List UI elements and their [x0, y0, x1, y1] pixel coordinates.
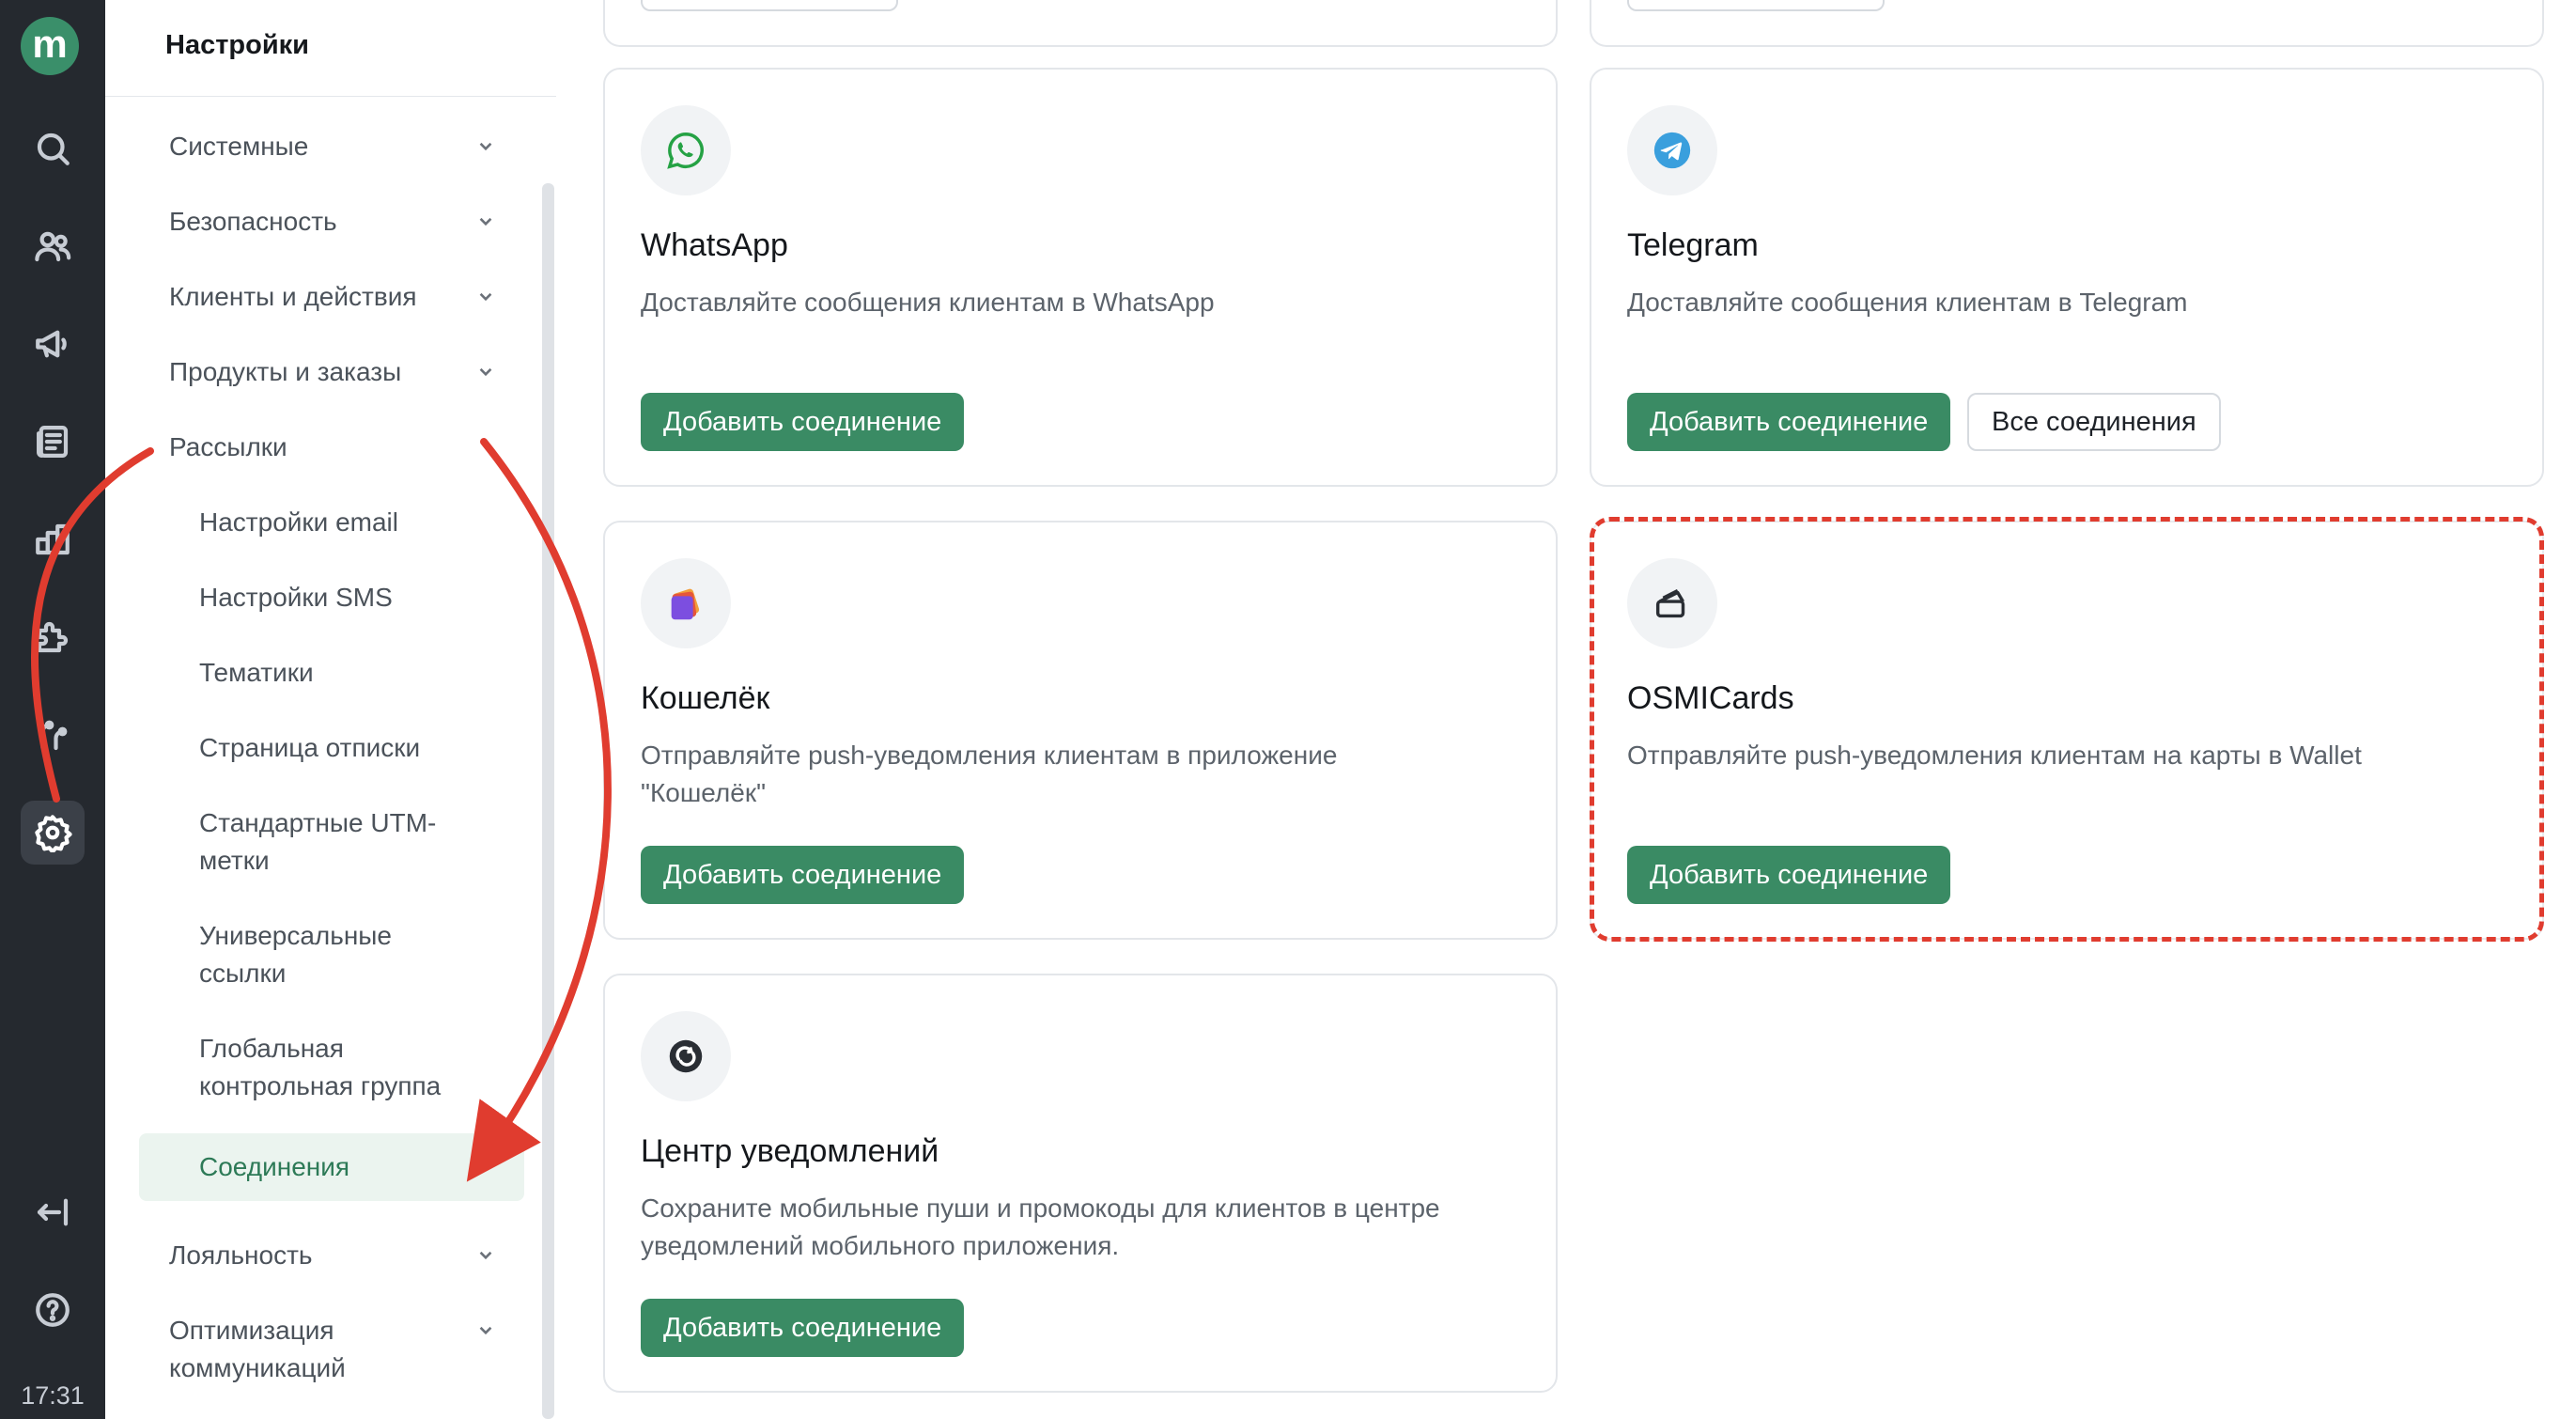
card-title: WhatsApp: [641, 227, 788, 263]
sidebar-item-label: Рассылки: [169, 432, 287, 461]
all-connections-button[interactable]: Все соединения: [1967, 393, 2221, 451]
sidebar-item-label: Системные: [169, 132, 309, 161]
sidebar-item-loyalty[interactable]: Лояльность: [169, 1237, 526, 1274]
sidebar-item-optimization[interactable]: Оптимизация коммуникаций: [169, 1312, 526, 1387]
search-icon[interactable]: [21, 117, 85, 180]
sidebar-item-label: Безопасность: [169, 207, 337, 236]
chevron-down-icon: [479, 292, 492, 302]
card-notification-center: Центр уведомлений Сохраните мобильные пу…: [603, 974, 1558, 1393]
card-description: Доставляйте сообщения клиентам в Telegra…: [1627, 288, 2188, 317]
add-connection-button[interactable]: Добавить соединение: [1627, 393, 1951, 451]
chevron-down-icon: [479, 142, 492, 151]
sidebar-subitem-email[interactable]: Настройки email: [199, 504, 566, 541]
megaphone-icon[interactable]: [21, 312, 85, 376]
whatsapp-icon: [641, 105, 731, 195]
clock-time: 17:31: [21, 1381, 85, 1410]
annotation-highlight-box: [1590, 517, 2544, 942]
gear-icon[interactable]: [21, 801, 85, 865]
card-whatsapp: WhatsApp Доставляйте сообщения клиентам …: [603, 68, 1558, 487]
app-rail: m 17:31: [0, 0, 105, 1419]
sidebar-subitem-utm[interactable]: Стандартные UTM-метки: [199, 804, 472, 880]
journey-icon[interactable]: [21, 703, 85, 767]
card-title: Центр уведомлений: [641, 1133, 939, 1169]
add-connection-button[interactable]: Добавить соединение: [641, 1299, 965, 1357]
puzzle-icon[interactable]: [21, 605, 85, 669]
add-connection-button[interactable]: Добавить соединение: [641, 846, 965, 904]
help-icon[interactable]: [21, 1278, 85, 1342]
sidebar-item-mailings[interactable]: Рассылки: [169, 429, 526, 466]
card-partial-right: [1590, 0, 2544, 47]
products-icon[interactable]: [21, 507, 85, 571]
chevron-down-icon: [479, 1326, 492, 1335]
sidebar-item-clients[interactable]: Клиенты и действия: [169, 278, 526, 316]
collapse-icon[interactable]: [21, 1180, 85, 1244]
card-partial-left: [603, 0, 1558, 47]
wallet-app-icon: [641, 558, 731, 648]
sidebar-item-label: Продукты и заказы: [169, 357, 402, 386]
card-description: Сохраните мобильные пуши и промокоды для…: [641, 1193, 1440, 1260]
sidebar-item-label: Клиенты и действия: [169, 282, 417, 311]
card-description: Отправляйте push-уведомления клиентам в …: [641, 741, 1338, 807]
sidebar-subitem-control-group[interactable]: Глобальная контрольная группа: [199, 1030, 500, 1105]
chevron-down-icon: [479, 367, 492, 377]
card-description: Доставляйте сообщения клиентам в WhatsAp…: [641, 288, 1215, 317]
users-icon[interactable]: [21, 214, 85, 278]
sidebar-title: Настройки: [165, 30, 310, 60]
notification-center-icon: [641, 1011, 731, 1101]
chevron-down-icon: [479, 1251, 492, 1260]
chevron-down-icon: [479, 217, 492, 226]
card-telegram: Telegram Доставляйте сообщения клиентам …: [1590, 68, 2544, 487]
sidebar-scrollbar[interactable]: [542, 183, 554, 1419]
sidebar-item-label: Оптимизация коммуникаций: [169, 1316, 346, 1382]
sidebar-header: Настройки: [105, 0, 556, 97]
sidebar-item-products[interactable]: Продукты и заказы: [169, 353, 526, 391]
settings-sidebar: Настройки Системные Безопасность Клиенты…: [105, 0, 557, 1419]
app-logo[interactable]: m: [21, 17, 79, 75]
newsletter-icon[interactable]: [21, 410, 85, 474]
connections-content: WhatsApp Доставляйте сообщения клиентам …: [556, 0, 2576, 1419]
sidebar-subitem-topics[interactable]: Тематики: [199, 654, 566, 692]
sidebar-subitem-sms[interactable]: Настройки SMS: [199, 579, 566, 616]
sidebar-subitem-connections[interactable]: Соединения: [139, 1133, 524, 1201]
card-title: Кошелёк: [641, 680, 770, 716]
add-connection-button[interactable]: Добавить соединение: [641, 393, 965, 451]
card-title: Telegram: [1627, 227, 1759, 263]
telegram-icon: [1627, 105, 1717, 195]
sidebar-item-label: Лояльность: [169, 1240, 313, 1270]
sidebar-item-system[interactable]: Системные: [169, 128, 526, 165]
card-koshelek: Кошелёк Отправляйте push-уведомления кли…: [603, 521, 1558, 940]
sidebar-subitem-universal-links[interactable]: Универсальные ссылки: [199, 917, 425, 992]
sidebar-item-security[interactable]: Безопасность: [169, 203, 526, 241]
sidebar-subitem-unsubscribe[interactable]: Страница отписки: [199, 729, 566, 767]
